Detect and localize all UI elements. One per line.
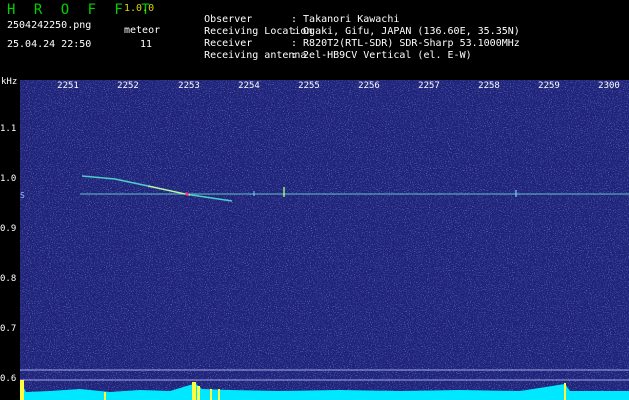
meteor-count: 11	[140, 39, 153, 50]
x-tick-2258: 2258	[478, 81, 500, 91]
waterfall-noise: S	[20, 80, 629, 400]
y-tick-1-0: 1.0	[0, 174, 17, 184]
y-unit-label: kHz	[1, 77, 18, 87]
x-tick-2252: 2252	[117, 81, 139, 91]
x-tick-2259: 2259	[538, 81, 560, 91]
antenna-value: : 2el-HB9CV Vertical (el. E-W)	[291, 50, 472, 61]
x-tick-2255: 2255	[298, 81, 320, 91]
x-tick-2253: 2253	[178, 81, 200, 91]
y-tick-0-9: 0.9	[0, 224, 17, 234]
spectrogram-plot[interactable]: S	[20, 80, 629, 400]
y-tick-0-7: 0.7	[0, 324, 17, 334]
x-tick-2251: 2251	[57, 81, 79, 91]
location-value: : Ogaki, Gifu, JAPAN (136.60E, 35.35N)	[291, 26, 520, 37]
date-time: 25.04.24 22:50	[7, 39, 92, 50]
app-version: 1.0.0	[124, 3, 155, 14]
y-tick-1-1: 1.1	[0, 124, 17, 134]
meteor-label: meteor	[124, 25, 161, 36]
y-tick-0-6: 0.6	[0, 374, 17, 384]
header-panel: H R O F F T 1.0.0 2504242250.png meteor …	[0, 0, 629, 78]
antenna-row: Receiving antenna: 2el-HB9CV Vertical (e…	[180, 41, 472, 71]
x-tick-2254: 2254	[238, 81, 260, 91]
x-tick-2300: 2300	[598, 81, 620, 91]
x-tick-2257: 2257	[418, 81, 440, 91]
y-tick-0-8: 0.8	[0, 274, 17, 284]
receiver-value: : R820T2(RTL-SDR) SDR-Sharp 53.1000MHz	[291, 38, 520, 49]
file-name: 2504242250.png	[7, 20, 92, 31]
svg-text:S: S	[20, 191, 25, 200]
x-tick-2256: 2256	[358, 81, 380, 91]
